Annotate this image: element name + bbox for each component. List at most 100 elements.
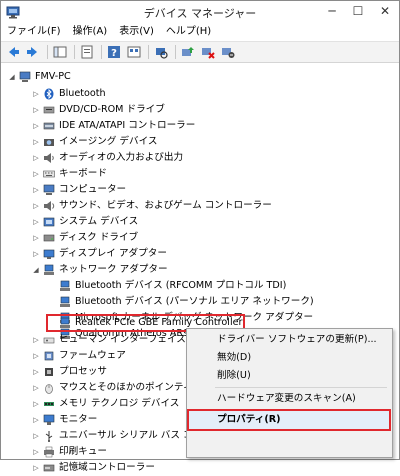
system-device-icon	[43, 217, 55, 227]
expand-arrow-icon[interactable]: ▷	[31, 412, 41, 428]
context-uninstall[interactable]: 削除(U)	[187, 367, 392, 385]
tree-item-label: Bluetooth デバイス (RFCOMM プロトコル TDI)	[75, 280, 287, 291]
keyboard-icon	[43, 170, 55, 178]
network-adapter-icon	[60, 280, 70, 291]
tree-item-label: 印刷キュー	[59, 446, 107, 457]
expand-arrow-icon[interactable]: ▷	[31, 444, 41, 460]
tree-item-label: コンピューター	[59, 184, 127, 195]
back-icon[interactable]	[5, 44, 21, 60]
forward-icon[interactable]	[25, 44, 41, 60]
firmware-icon	[44, 351, 54, 361]
tree-item-label: ディスプレイ アダプター	[59, 248, 167, 259]
speaker-icon	[44, 153, 54, 163]
computer-icon	[19, 71, 31, 82]
context-separator	[215, 387, 387, 388]
menu-view[interactable]: 表示(V)	[113, 23, 160, 41]
expand-arrow-icon[interactable]: ▷	[31, 460, 41, 476]
tree-item-label: ネットワーク アダプター	[59, 264, 168, 275]
toolbar: ?	[1, 41, 399, 63]
disable-icon[interactable]	[220, 44, 236, 60]
maximize-button[interactable]: ☐	[345, 1, 371, 21]
menu-bar: ファイル(F) 操作(A) 表示(V) ヘルプ(H)	[1, 23, 399, 41]
menu-file[interactable]: ファイル(F)	[1, 23, 67, 41]
network-adapter-icon	[60, 296, 70, 307]
storage-controller-icon	[43, 464, 55, 472]
minimize-button[interactable]: ─	[319, 1, 345, 21]
expand-arrow-icon[interactable]: ▷	[31, 246, 41, 262]
close-button[interactable]: ✕	[371, 1, 399, 21]
memory-icon	[44, 402, 54, 406]
title-bar: デバイス マネージャー ─ ☐ ✕	[1, 1, 399, 23]
expand-arrow-icon[interactable]: ▷	[31, 102, 41, 118]
tree-item-label: ファームウェア	[59, 350, 126, 361]
tree-item-label: キーボード	[59, 168, 107, 179]
toolbar-separator	[47, 45, 48, 59]
ide-controller-icon	[43, 122, 55, 130]
properties-icon[interactable]	[79, 44, 95, 60]
disk-drive-icon	[43, 234, 55, 242]
device-manager-window: デバイス マネージャー ─ ☐ ✕ ファイル(F) 操作(A) 表示(V) ヘル…	[0, 0, 400, 473]
expand-arrow-icon[interactable]: ▷	[31, 166, 41, 182]
network-adapter-icon	[44, 264, 54, 275]
tree-item-label: 記憶域コントローラー	[59, 462, 155, 473]
tree-root-label: FMV-PC	[35, 71, 71, 82]
expand-arrow-icon[interactable]: ▷	[31, 364, 41, 380]
toolbar-separator	[148, 45, 149, 59]
expand-arrow-icon[interactable]: ▷	[31, 348, 41, 364]
tree-item-label: サウンド、ビデオ、およびゲーム コントローラー	[59, 200, 272, 211]
expand-arrow-icon[interactable]: ▷	[31, 198, 41, 214]
expand-arrow-icon[interactable]: ▷	[31, 182, 41, 198]
context-properties[interactable]: プロパティ(R)	[187, 411, 392, 429]
camera-icon	[44, 139, 54, 146]
context-update-driver[interactable]: ドライバー ソフトウェアの更新(P)...	[187, 331, 392, 349]
menu-action[interactable]: 操作(A)	[67, 23, 114, 41]
context-disable[interactable]: 無効(D)	[187, 349, 392, 367]
menu-help[interactable]: ヘルプ(H)	[160, 23, 217, 41]
tree-item-label: プロセッサ	[59, 366, 107, 377]
expand-arrow-icon[interactable]: ▷	[31, 332, 41, 348]
expand-arrow-icon[interactable]: ▷	[31, 150, 41, 166]
display-adapter-icon	[43, 249, 55, 259]
printer-icon	[44, 446, 54, 458]
toolbar-separator	[175, 45, 176, 59]
tree-item-label: オーディオの入力および出力	[59, 152, 184, 163]
usb-icon	[45, 431, 53, 442]
tree-item-label: DVD/CD-ROM ドライブ	[59, 104, 165, 115]
tree-item-label: Bluetooth デバイス (パーソナル エリア ネットワーク)	[75, 296, 314, 307]
expand-arrow-icon[interactable]: ▷	[31, 428, 41, 444]
scan-hardware-icon[interactable]	[153, 44, 169, 60]
tree-item-label: ディスク ドライブ	[59, 232, 139, 243]
svg-text:?: ?	[111, 48, 117, 59]
tree-item-label: Bluetooth	[59, 88, 106, 99]
computer-icon	[43, 184, 55, 195]
expand-arrow-icon[interactable]: ▷	[31, 396, 41, 412]
collapse-arrow-icon[interactable]: ◢	[31, 262, 41, 278]
sound-icon	[44, 201, 55, 211]
expand-arrow-icon[interactable]: ▷	[31, 118, 41, 134]
collapse-arrow-icon[interactable]: ◢	[7, 69, 17, 85]
dvd-drive-icon	[43, 106, 55, 114]
tree-item-label: システム デバイス	[59, 216, 139, 227]
toolbar-separator	[74, 45, 75, 59]
view-icon[interactable]	[126, 44, 142, 60]
uninstall-icon[interactable]	[200, 44, 216, 60]
expand-arrow-icon[interactable]: ▷	[31, 134, 41, 150]
tree-item-label: メモリ テクノロジ デバイス	[59, 398, 180, 409]
hid-icon	[43, 337, 55, 344]
toolbar-separator	[101, 45, 102, 59]
monitor-icon	[43, 414, 55, 425]
context-scan-hardware[interactable]: ハードウェア変更のスキャン(A)	[187, 390, 392, 408]
processor-icon	[45, 368, 53, 376]
expand-arrow-icon[interactable]: ▷	[31, 230, 41, 246]
bluetooth-icon	[44, 88, 54, 100]
update-driver-icon[interactable]	[180, 44, 196, 60]
console-tree-icon[interactable]	[52, 44, 68, 60]
mouse-icon	[45, 384, 53, 394]
expand-arrow-icon[interactable]: ▷	[31, 214, 41, 230]
expand-arrow-icon[interactable]: ▷	[31, 380, 41, 396]
expand-arrow-icon[interactable]: ▷	[31, 86, 41, 102]
context-menu: ドライバー ソフトウェアの更新(P)... 無効(D) 削除(U) ハードウェア…	[186, 328, 393, 458]
tree-item-label: イメージング デバイス	[59, 136, 158, 147]
help-icon[interactable]: ?	[106, 44, 122, 60]
tree-item-label: IDE ATA/ATAPI コントローラー	[59, 120, 196, 131]
